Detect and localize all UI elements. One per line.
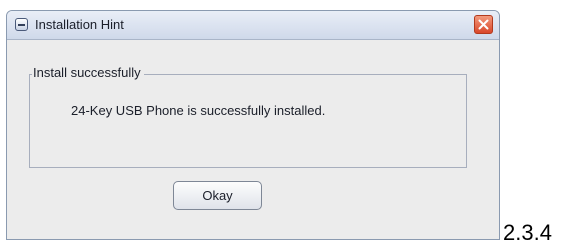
version-label: 2.3.4 bbox=[503, 220, 552, 245]
title-bar[interactable]: Installation Hint bbox=[7, 11, 499, 40]
install-status-group bbox=[29, 74, 467, 168]
group-label: Install successfully bbox=[32, 65, 144, 81]
close-button[interactable] bbox=[474, 15, 493, 34]
okay-button[interactable]: Okay bbox=[173, 181, 262, 210]
success-message: 24-Key USB Phone is successfully install… bbox=[71, 103, 326, 118]
close-icon bbox=[478, 19, 489, 30]
minus-glyph bbox=[18, 24, 25, 26]
window-title: Installation Hint bbox=[35, 17, 124, 32]
window-menu-icon[interactable] bbox=[15, 18, 28, 31]
